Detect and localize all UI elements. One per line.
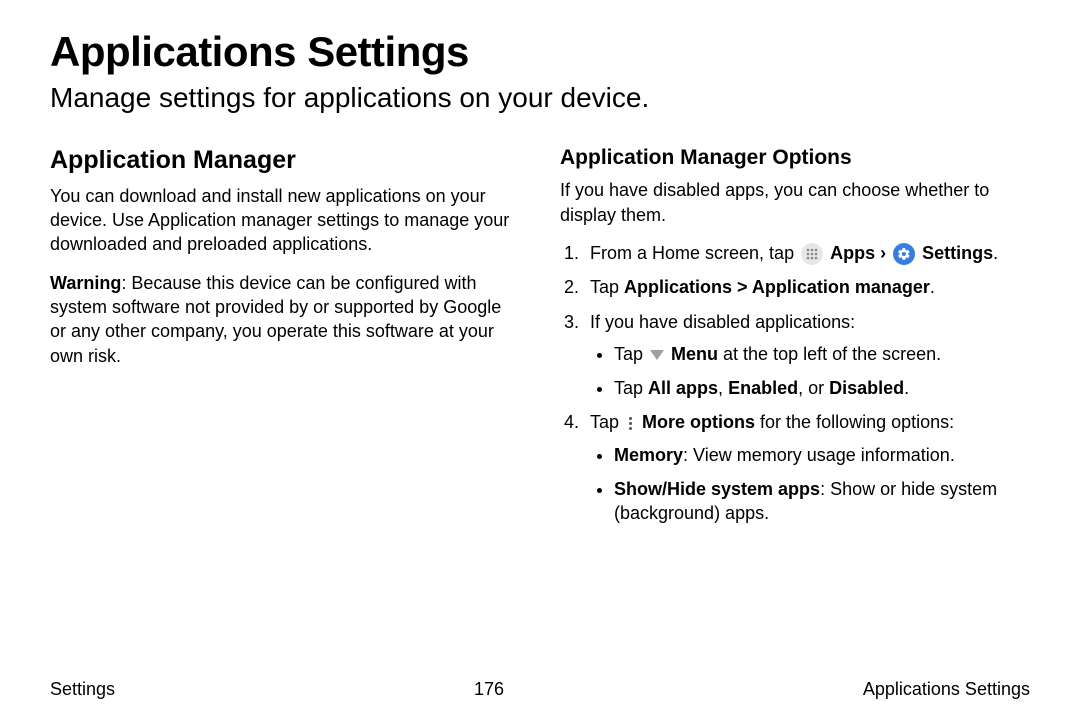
- right-column: Application Manager Options If you have …: [560, 144, 1030, 536]
- section-heading-right: Application Manager Options: [560, 144, 1030, 172]
- step-1: From a Home screen, tap Apps › Settings.: [584, 241, 1030, 265]
- b2-bold1: All apps: [648, 378, 718, 398]
- settings-icon: [893, 243, 915, 265]
- b1-pre: Tap: [614, 344, 648, 364]
- step2-pre: Tap: [590, 277, 624, 297]
- left-paragraph-1: You can download and install new applica…: [50, 184, 520, 257]
- chevron-icon: ›: [880, 243, 891, 263]
- b1-bold: Menu: [666, 344, 718, 364]
- bullet-memory: Memory: View memory usage information.: [614, 443, 1030, 467]
- apps-label: Apps: [830, 243, 880, 263]
- b2-pre: Tap: [614, 378, 648, 398]
- step4-post: for the following options:: [755, 412, 954, 432]
- s2-bold: Show/Hide system apps: [614, 479, 820, 499]
- step4-pre: Tap: [590, 412, 624, 432]
- bullet-showhide: Show/Hide system apps: Show or hide syst…: [614, 477, 1030, 526]
- left-warning: Warning: Because this device can be conf…: [50, 271, 520, 368]
- step1-pre: From a Home screen, tap: [590, 243, 799, 263]
- step3-text: If you have disabled applications:: [590, 312, 855, 332]
- right-intro: If you have disabled apps, you can choos…: [560, 178, 1030, 227]
- b2-bold3: Disabled: [829, 378, 904, 398]
- settings-label: Settings: [922, 243, 993, 263]
- step2-period: .: [930, 277, 935, 297]
- b2-bold2: Enabled: [728, 378, 798, 398]
- dropdown-icon: [650, 350, 664, 360]
- s1-post: : View memory usage information.: [683, 445, 955, 465]
- page-footer: Settings 176 Applications Settings: [50, 679, 1030, 700]
- step1-period: .: [993, 243, 998, 263]
- section-heading-left: Application Manager: [50, 144, 520, 178]
- page-subtitle: Manage settings for applications on your…: [50, 82, 1030, 114]
- step-2: Tap Applications > Application manager.: [584, 275, 1030, 299]
- step3-sublist: Tap Menu at the top left of the screen. …: [590, 342, 1030, 401]
- steps-list: From a Home screen, tap Apps › Settings.…: [560, 241, 1030, 526]
- step2-bold: Applications > Application manager: [624, 277, 930, 297]
- footer-left: Settings: [50, 679, 115, 700]
- step4-sublist: Memory: View memory usage information. S…: [590, 443, 1030, 526]
- footer-page-number: 176: [474, 679, 504, 700]
- warning-label: Warning: [50, 273, 121, 293]
- left-column: Application Manager You can download and…: [50, 144, 520, 536]
- footer-right: Applications Settings: [863, 679, 1030, 700]
- b2-period: .: [904, 378, 909, 398]
- page-title: Applications Settings: [50, 28, 1030, 76]
- b1-post: at the top left of the screen.: [718, 344, 941, 364]
- content-columns: Application Manager You can download and…: [50, 144, 1030, 536]
- step4-bold: More options: [637, 412, 755, 432]
- more-options-icon: [626, 417, 635, 430]
- b2-sep1: ,: [718, 378, 728, 398]
- bullet-menu: Tap Menu at the top left of the screen.: [614, 342, 1030, 366]
- b2-sep2: , or: [798, 378, 829, 398]
- step-4: Tap More options for the following optio…: [584, 410, 1030, 525]
- apps-icon: [801, 243, 823, 265]
- s1-bold: Memory: [614, 445, 683, 465]
- step-3: If you have disabled applications: Tap M…: [584, 310, 1030, 401]
- bullet-allapps: Tap All apps, Enabled, or Disabled.: [614, 376, 1030, 400]
